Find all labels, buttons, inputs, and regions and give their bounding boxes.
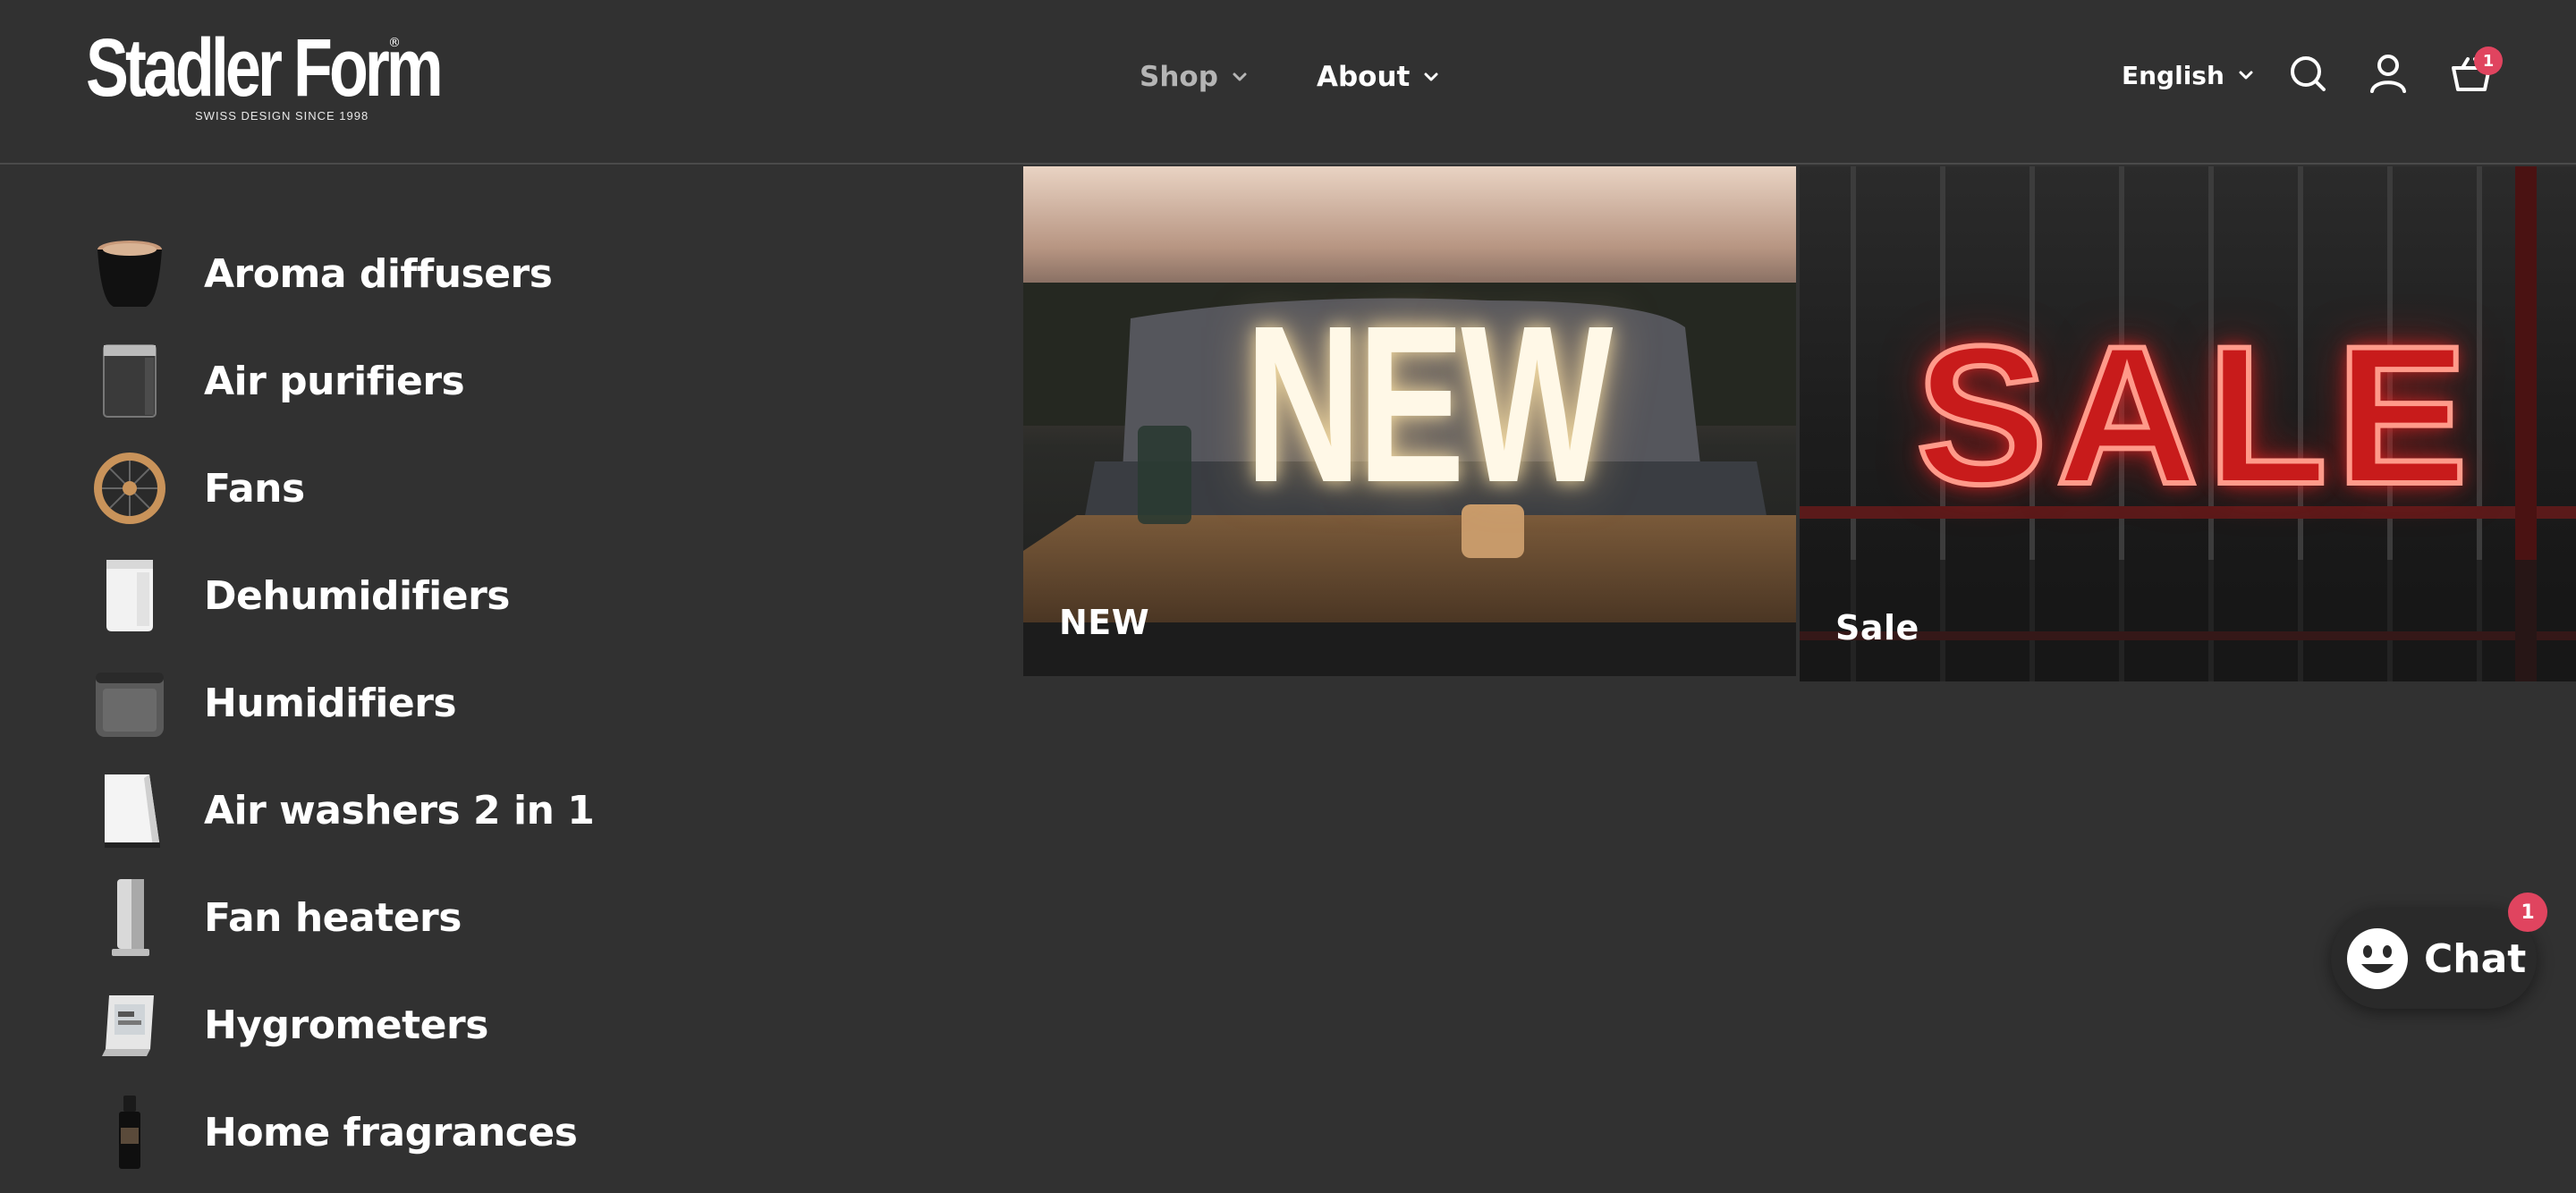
brand-name: Stadler Form <box>86 22 444 114</box>
menu-item-label: Humidifiers <box>204 680 457 726</box>
menu-item-aroma-diffusers[interactable]: Aroma diffusers <box>89 231 894 317</box>
chat-label: Chat <box>2424 935 2527 982</box>
chevron-down-icon <box>1233 72 1247 81</box>
dehumidifier-icon <box>89 553 170 639</box>
menu-item-label: Aroma diffusers <box>204 250 553 297</box>
chat-smiley-icon <box>2347 928 2408 989</box>
fan-icon <box>89 445 170 531</box>
nav-shop-label: Shop <box>1140 61 1218 93</box>
account-icon[interactable] <box>2367 50 2410 97</box>
menu-item-fan-heaters[interactable]: Fan heaters <box>89 875 894 960</box>
aroma-diffuser-icon <box>89 231 170 317</box>
brand-logo[interactable]: Stadler Form ® SWISS DESIGN SINCE 1998 <box>86 23 444 129</box>
menu-item-label: Hygrometers <box>204 1002 488 1048</box>
menu-item-air-purifiers[interactable]: Air purifiers <box>89 338 894 424</box>
chevron-down-icon <box>2239 71 2253 80</box>
menu-item-label: Dehumidifiers <box>204 572 510 619</box>
menu-item-home-fragrances[interactable]: Home fragrances <box>89 1089 894 1175</box>
menu-item-hygrometers[interactable]: Hygrometers <box>89 982 894 1068</box>
home-fragrance-icon <box>89 1089 170 1175</box>
chat-unread-badge: 1 <box>2508 893 2547 932</box>
nav-shop[interactable]: Shop <box>1140 52 1249 102</box>
registered-mark: ® <box>388 36 401 50</box>
menu-item-fans[interactable]: Fans <box>89 445 894 531</box>
menu-item-label: Fan heaters <box>204 894 462 941</box>
site-header: Stadler Form ® SWISS DESIGN SINCE 1998 S… <box>0 0 2576 165</box>
cart-count-badge: 1 <box>2474 47 2503 75</box>
menu-item-label: Home fragrances <box>204 1109 578 1155</box>
air-purifier-icon <box>89 338 170 424</box>
menu-item-humidifiers[interactable]: Humidifiers <box>89 660 894 746</box>
chat-button[interactable]: Chat <box>2331 909 2537 1009</box>
menu-item-dehumidifiers[interactable]: Dehumidifiers <box>89 553 894 639</box>
air-washer-icon <box>89 767 170 853</box>
promo-new-caption: NEW <box>1059 603 1150 642</box>
promo-sale-caption: Sale <box>1835 608 1919 647</box>
menu-item-air-washers[interactable]: Air washers 2 in 1 <box>89 767 894 853</box>
nav-about[interactable]: About <box>1317 52 1440 102</box>
promo-sale-title: SALE <box>1913 305 2477 525</box>
humidifier-icon <box>89 660 170 746</box>
menu-item-label: Fans <box>204 465 305 512</box>
menu-item-label: Air washers 2 in 1 <box>204 787 595 833</box>
nav-about-label: About <box>1317 61 1411 93</box>
promo-new-title: NEW <box>1245 279 1613 529</box>
promo-tile-new[interactable]: NEW NEW <box>1023 166 1796 676</box>
chevron-down-icon <box>1424 72 1438 81</box>
search-icon[interactable] <box>2286 50 2329 97</box>
language-selector[interactable]: English <box>2122 50 2255 100</box>
language-label: English <box>2122 60 2224 90</box>
brand-tagline: SWISS DESIGN SINCE 1998 <box>195 109 369 123</box>
promo-tile-sale[interactable]: SALE Sale <box>1800 166 2576 681</box>
fan-heater-icon <box>89 875 170 960</box>
hygrometer-icon <box>89 982 170 1068</box>
menu-item-label: Air purifiers <box>204 358 465 404</box>
